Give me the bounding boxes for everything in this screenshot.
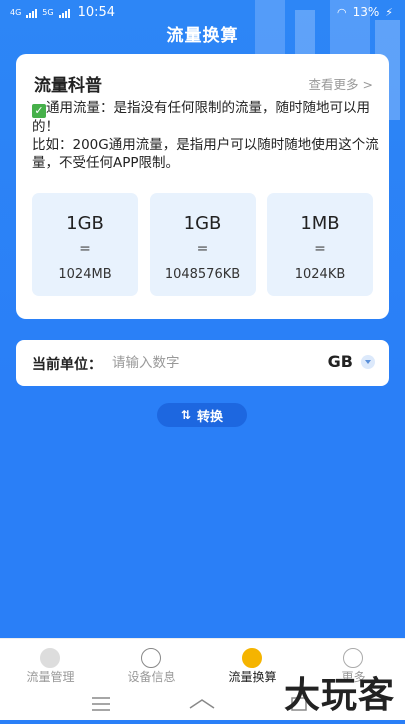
unit-tile-bottom: 1048576KB <box>164 267 241 282</box>
unit-tile: 1GB = 1048576KB <box>149 193 256 296</box>
user-icon <box>343 648 363 668</box>
swap-icon: ⇅ <box>180 408 192 422</box>
unit-tile-equals: = <box>196 241 209 257</box>
tab-label: 流量管理 <box>26 670 75 684</box>
battery-icon: ⚡ <box>385 5 393 19</box>
signal-icon <box>26 8 38 18</box>
unit-tile: 1MB = 1024KB <box>267 193 373 296</box>
unit-input-bar: 当前单位： GB <box>16 340 389 386</box>
page-title: 流量换算 <box>166 26 239 46</box>
unit-tile: 1GB = 1024MB <box>32 193 138 296</box>
unit-tile-top: 1GB <box>66 213 104 234</box>
unit-tile-top: 1MB <box>300 213 340 234</box>
network-4g-label: 4G <box>10 7 22 17</box>
tab-label: 设备信息 <box>127 670 176 684</box>
cloud-icon <box>40 648 60 668</box>
info-card: 流量科普 查看更多 > ✓ 通用流量：是指没有任何限制的流量，随时随地可以用的！ … <box>16 54 389 319</box>
exchange-icon <box>242 648 262 668</box>
battery-percent: 13% <box>352 5 380 19</box>
unit-select[interactable]: GB <box>328 352 375 371</box>
unit-conversion-tiles: 1GB = 1024MB 1GB = 1048576KB 1MB = 1024K… <box>32 193 373 296</box>
status-time: 10:54 <box>77 5 116 20</box>
home-icon[interactable] <box>189 699 215 709</box>
card-description: ✓ 通用流量：是指没有任何限制的流量，随时随地可以用的！ 比如：200G通用流量，… <box>32 99 382 172</box>
check-icon: ✓ <box>32 104 46 118</box>
menu-icon[interactable] <box>92 697 110 711</box>
unit-tile-bottom: 1024MB <box>58 267 112 282</box>
convert-button-label: 转换 <box>197 409 224 425</box>
unit-tile-equals: = <box>79 241 91 257</box>
unit-tile-top: 1GB <box>183 213 222 234</box>
unit-select-value: GB <box>327 352 353 371</box>
unit-tile-bottom: 1024KB <box>294 267 346 282</box>
convert-button[interactable]: ⇅ 转换 <box>157 403 247 427</box>
number-input[interactable] <box>112 348 292 378</box>
tab-traffic-management[interactable]: 流量管理 <box>0 639 101 689</box>
chevron-down-icon <box>361 354 375 369</box>
unit-tile-equals: = <box>314 241 326 257</box>
wrench-icon <box>141 648 161 668</box>
watermark-logo: 大玩客 <box>283 674 395 716</box>
tab-device-info[interactable]: 设备信息 <box>101 639 202 689</box>
card-line-2: 比如：200G通用流量，是指用户可以随时随地使用这个流量，不受任何APP限制。 <box>32 137 379 171</box>
view-more-link[interactable]: 查看更多 > <box>309 74 373 93</box>
card-line-1: 通用流量：是指没有任何限制的流量，随时随地可以用的！ <box>32 100 370 135</box>
card-title: 流量科普 <box>34 76 102 96</box>
signal-icon <box>58 8 70 18</box>
current-unit-label: 当前单位： <box>32 357 102 373</box>
wifi-icon: ◠ <box>336 5 347 19</box>
network-5g-label: 5G <box>42 7 54 17</box>
